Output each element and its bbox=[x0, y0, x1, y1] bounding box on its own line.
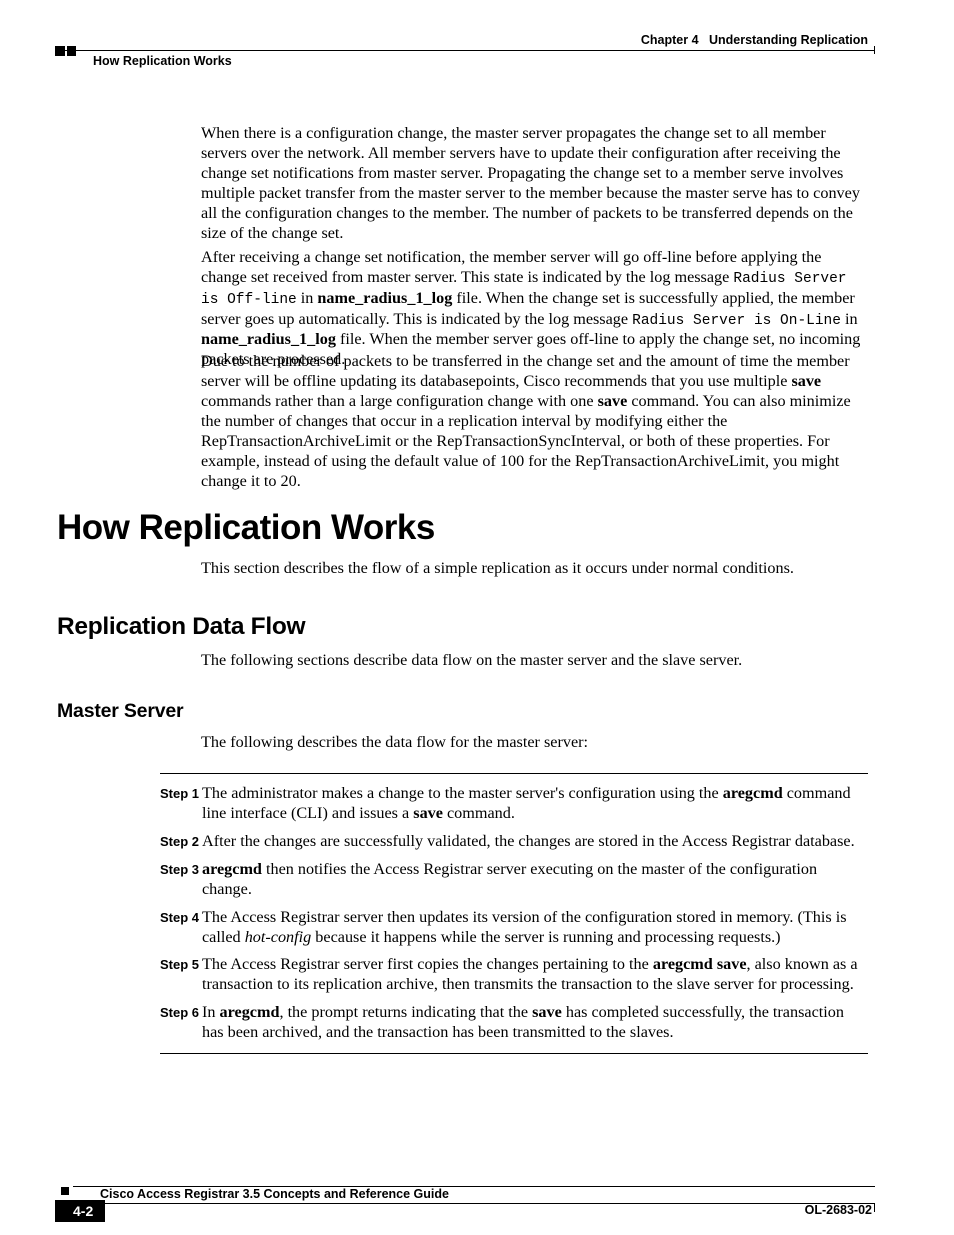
steps-rule-top bbox=[160, 773, 868, 774]
step-label: Step 2 bbox=[160, 832, 202, 852]
paragraph-h1: This section describes the flow of a sim… bbox=[201, 559, 868, 579]
footer-tick bbox=[874, 1204, 875, 1212]
step-text: In aregcmd, the prompt returns indicatin… bbox=[202, 1003, 868, 1043]
s1-post: command. bbox=[443, 804, 515, 822]
p2-d: in bbox=[841, 310, 858, 328]
header-rule bbox=[55, 50, 875, 51]
step-6: Step 6 In aregcmd, the prompt returns in… bbox=[160, 1003, 868, 1043]
page-number-badge: 4-2 bbox=[55, 1200, 105, 1222]
header-chapter: Chapter 4 Understanding Replication bbox=[641, 33, 868, 47]
s6-b2: save bbox=[532, 1003, 562, 1021]
step-2: Step 2 After the changes are successfull… bbox=[160, 832, 868, 852]
s6-mid: , the prompt returns indicating that the bbox=[279, 1003, 532, 1021]
step-label: Step 4 bbox=[160, 908, 202, 948]
s6-pre: In bbox=[202, 1003, 220, 1021]
step-text: The Access Registrar server first copies… bbox=[202, 955, 868, 995]
step-text: aregcmd then notifies the Access Registr… bbox=[202, 860, 868, 900]
heading-replication-data-flow: Replication Data Flow bbox=[57, 613, 305, 641]
p2-bold1: name_radius_1_log bbox=[317, 289, 452, 307]
s6-b1: aregcmd bbox=[220, 1003, 280, 1021]
step-label: Step 5 bbox=[160, 955, 202, 995]
chapter-title: Understanding Replication bbox=[709, 33, 868, 47]
step-label: Step 1 bbox=[160, 784, 202, 824]
s1-b1: aregcmd bbox=[723, 784, 783, 802]
footer-doc-code: OL-2683-02 bbox=[805, 1203, 872, 1217]
step-4: Step 4 The Access Registrar server then … bbox=[160, 908, 868, 948]
p3-a: Due to the number of packets to be trans… bbox=[201, 352, 850, 390]
step-3: Step 3 aregcmd then notifies the Access … bbox=[160, 860, 868, 900]
step-5: Step 5 The Access Registrar server first… bbox=[160, 955, 868, 995]
step-1: Step 1 The administrator makes a change … bbox=[160, 784, 868, 824]
footer-rule-bottom bbox=[73, 1203, 875, 1204]
s1-b2: save bbox=[413, 804, 443, 822]
step-label: Step 3 bbox=[160, 860, 202, 900]
paragraph-3: Due to the number of packets to be trans… bbox=[201, 352, 868, 491]
paragraph-h2: The following sections describe data flo… bbox=[201, 651, 868, 671]
p2-a: After receiving a change set notificatio… bbox=[201, 248, 821, 286]
s4-i1: hot-config bbox=[245, 928, 312, 946]
s3-post: then notifies the Access Registrar serve… bbox=[202, 860, 817, 898]
p3-save2: save bbox=[598, 392, 628, 410]
header-section-left: How Replication Works bbox=[93, 54, 232, 68]
paragraph-1: When there is a configuration change, th… bbox=[201, 124, 868, 244]
p3-save1: save bbox=[791, 372, 821, 390]
p2-mono2: Radius Server is On-Line bbox=[632, 313, 841, 329]
s5-b1: aregcmd save bbox=[653, 955, 747, 973]
s5-pre: The Access Registrar server first copies… bbox=[202, 955, 653, 973]
step-text: After the changes are successfully valid… bbox=[202, 832, 868, 852]
footer-title: Cisco Access Registrar 3.5 Concepts and … bbox=[100, 1187, 449, 1201]
p2-bold2: name_radius_1_log bbox=[201, 330, 336, 348]
p2-b: in bbox=[297, 289, 318, 307]
heading-master-server: Master Server bbox=[57, 700, 183, 723]
header-ornament-left bbox=[55, 46, 76, 56]
s3-b1: aregcmd bbox=[202, 860, 262, 878]
p3-b: commands rather than a large configurati… bbox=[201, 392, 598, 410]
chapter-number: Chapter 4 bbox=[641, 33, 699, 47]
step-text: The Access Registrar server then updates… bbox=[202, 908, 868, 948]
footer-ornament bbox=[61, 1187, 69, 1195]
heading-how-replication-works: How Replication Works bbox=[57, 508, 435, 548]
step-label: Step 6 bbox=[160, 1003, 202, 1043]
step-text: The administrator makes a change to the … bbox=[202, 784, 868, 824]
s1-pre: The administrator makes a change to the … bbox=[202, 784, 723, 802]
paragraph-h3: The following describes the data flow fo… bbox=[201, 733, 868, 753]
s4-post: because it happens while the server is r… bbox=[311, 928, 780, 946]
header-tick-right bbox=[874, 46, 875, 54]
steps-rule-bottom bbox=[160, 1053, 868, 1054]
